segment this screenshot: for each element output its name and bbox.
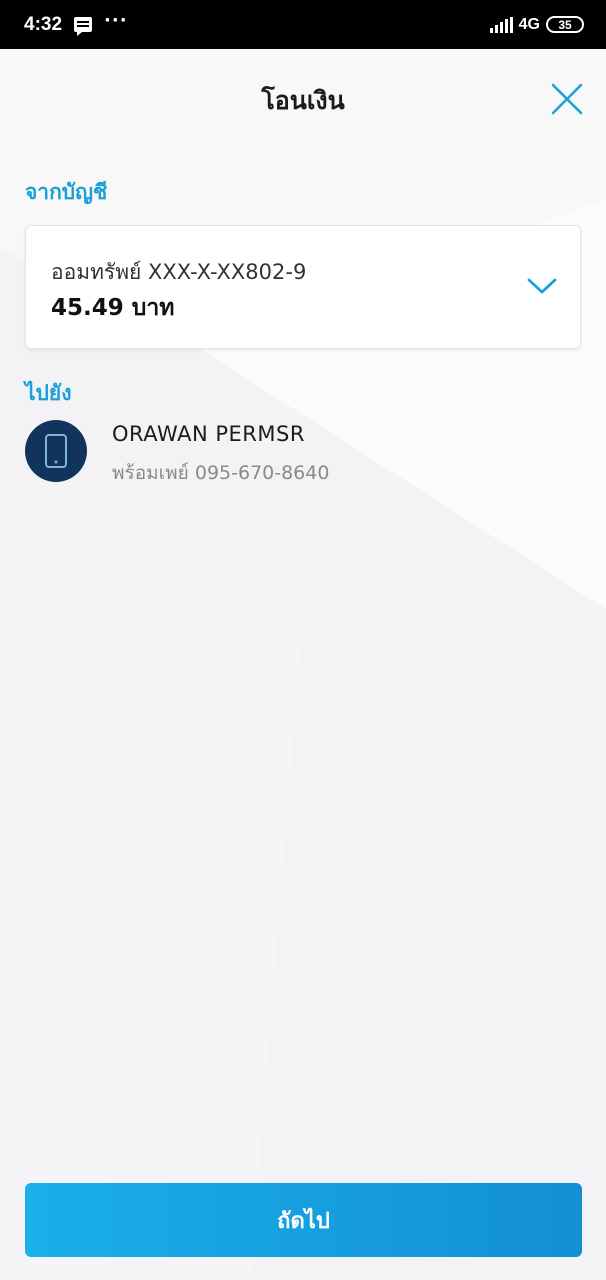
- status-time: 4:32: [24, 13, 63, 35]
- chevron-down-icon[interactable]: [526, 274, 558, 298]
- page-title: โอนเงิน: [261, 86, 345, 115]
- recipient-name: ORAWAN PERMSR: [112, 422, 305, 446]
- account-name: ออมทรัพย์ XXX-X-XX802-9: [51, 260, 307, 284]
- transfer-screen: 4:32 ··· 4G 35 โอนเงิน จากบัญชี ออมทรัพย…: [0, 0, 606, 1280]
- recipient-item[interactable]: ORAWAN PERMSR พร้อมเพย์ 095-670-8640: [25, 420, 581, 490]
- account-balance: 45.49 บาท: [51, 295, 175, 321]
- network-type: 4G: [518, 15, 540, 33]
- close-button[interactable]: [549, 81, 585, 117]
- status-bar: 4:32 ··· 4G 35: [0, 0, 606, 49]
- message-icon: [74, 17, 93, 36]
- battery-level: 35: [558, 17, 572, 32]
- recipient-promptpay: พร้อมเพย์ 095-670-8640: [112, 462, 330, 484]
- next-button[interactable]: ถัดไป: [25, 1183, 582, 1257]
- avatar: [25, 420, 87, 482]
- battery-icon: 35: [546, 16, 584, 33]
- mobile-phone-icon: [45, 434, 67, 468]
- from-account-label: จากบัญชี: [25, 180, 108, 204]
- signal-icon: [489, 16, 513, 33]
- header: โอนเงิน: [0, 49, 606, 145]
- more-icon: ···: [104, 10, 128, 31]
- status-indicators: 4G 35: [489, 15, 584, 34]
- close-icon: [551, 83, 583, 115]
- to-recipient-label: ไปยัง: [25, 381, 72, 405]
- account-selector[interactable]: ออมทรัพย์ XXX-X-XX802-9 45.49 บาท: [25, 225, 581, 349]
